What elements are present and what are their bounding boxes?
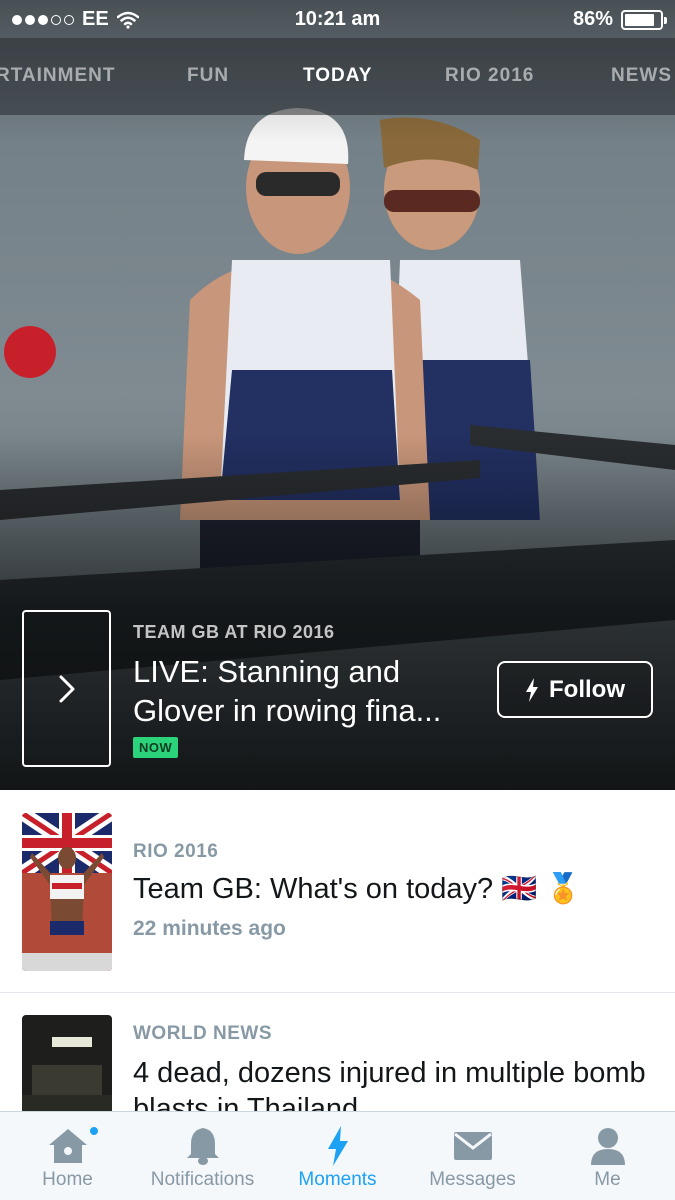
now-badge: NOW (133, 737, 179, 758)
thumbnail-image (22, 813, 112, 971)
status-bar: EE 10:21 am 86% (0, 0, 675, 38)
thumbnail (22, 813, 112, 971)
hero-moment[interactable]: TEAM GB AT RIO 2016 LIVE: Stanning and G… (0, 0, 675, 790)
nav-moments[interactable]: Moments (270, 1112, 405, 1200)
item-category: WORLD NEWS (133, 1023, 273, 1044)
battery-icon (621, 9, 667, 30)
lightning-icon (526, 677, 538, 702)
tab-fun[interactable]: FUN (187, 65, 229, 87)
chevron-right-icon (59, 675, 74, 702)
battery-fill (625, 13, 655, 26)
thumbnail (22, 1015, 112, 1111)
tab-rio-2016[interactable]: RIO 2016 (445, 65, 534, 87)
follow-button[interactable]: Follow (497, 661, 653, 718)
nav-home[interactable]: Home (0, 1112, 135, 1200)
nav-me[interactable]: Me (540, 1112, 675, 1200)
envelope-icon (453, 1126, 493, 1166)
item-category: RIO 2016 (133, 841, 219, 862)
item-title[interactable]: 4 dead, dozens injured in multiple bomb … (133, 1055, 653, 1111)
moments-tabs: RTAINMENT FUN TODAY RIO 2016 NEWS (0, 38, 675, 115)
nav-label: Notifications (150, 1169, 255, 1190)
nav-label: Moments (298, 1169, 377, 1190)
tab-news[interactable]: NEWS (611, 65, 672, 87)
lightning-icon (326, 1126, 350, 1166)
tab-bar: Home Notifications Moments Messages Me (0, 1111, 675, 1200)
notification-dot (88, 1125, 100, 1137)
nav-label: Me (594, 1169, 621, 1190)
list-item[interactable]: WORLD NEWS 4 dead, dozens injured in mul… (0, 993, 675, 1111)
battery-status: 86% (572, 8, 667, 31)
battery-percent: 86% (572, 8, 613, 30)
person-icon (589, 1126, 627, 1166)
thumbnail-image (22, 1015, 112, 1111)
next-moment-button[interactable] (22, 610, 111, 767)
list-item[interactable]: RIO 2016 Team GB: What's on today? 🇬🇧 🏅 … (0, 790, 675, 992)
follow-label: Follow (549, 675, 625, 703)
item-timestamp: 22 minutes ago (133, 917, 286, 940)
nav-messages[interactable]: Messages (405, 1112, 540, 1200)
home-icon (47, 1126, 89, 1166)
hero-category: TEAM GB AT RIO 2016 (133, 622, 335, 642)
bell-icon (185, 1126, 221, 1166)
nav-label: Home (42, 1169, 93, 1190)
nav-notifications[interactable]: Notifications (135, 1112, 270, 1200)
item-title[interactable]: Team GB: What's on today? 🇬🇧 🏅 (133, 871, 653, 907)
nav-label: Messages (429, 1169, 516, 1190)
hero-title[interactable]: LIVE: Stanning and Glover in rowing fina… (133, 652, 478, 730)
tab-today[interactable]: TODAY (303, 65, 372, 87)
tab-entertainment[interactable]: RTAINMENT (0, 65, 115, 87)
